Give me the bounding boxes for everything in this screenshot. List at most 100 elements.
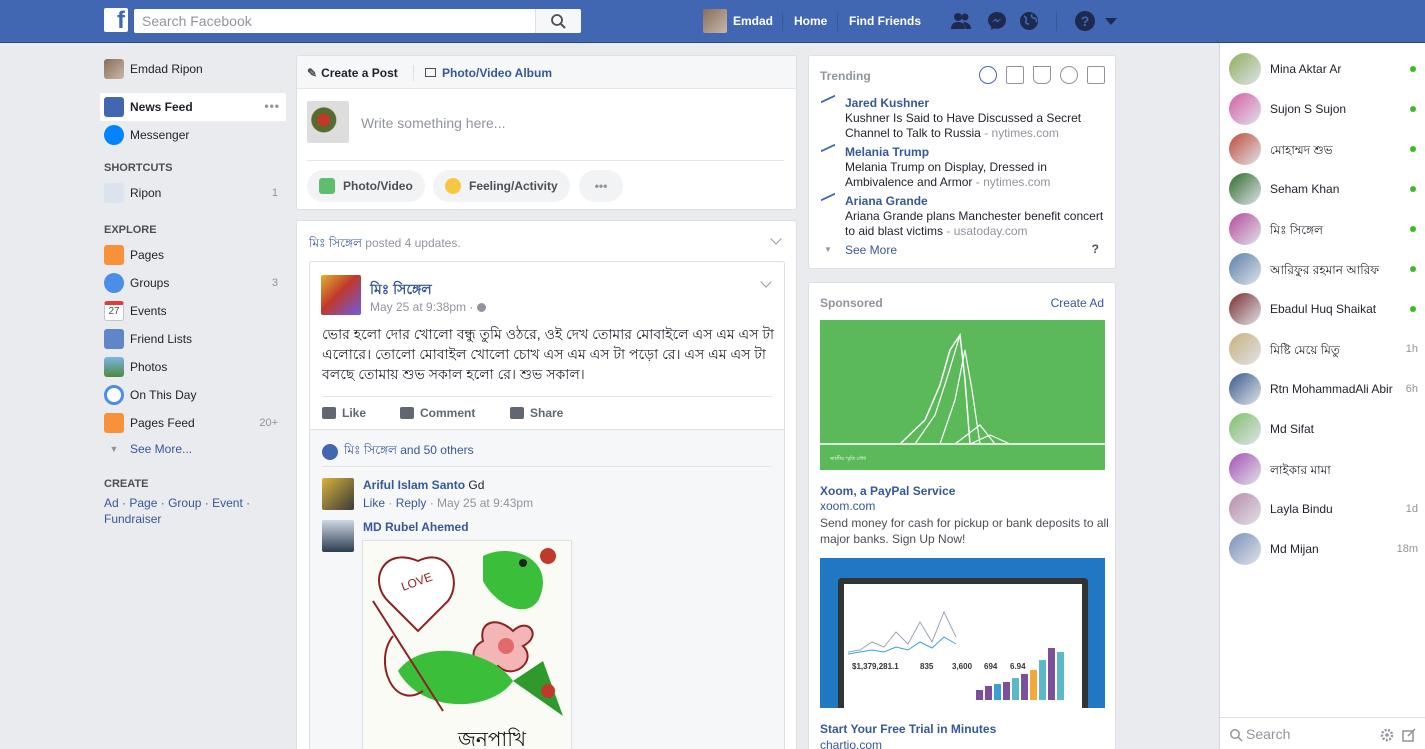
like-reaction-icon: [322, 444, 338, 460]
dashboard-stat: 6.94: [1010, 662, 1026, 671]
trending-item[interactable]: Ariana Grande Ariana Grande plans Manche…: [821, 192, 1106, 240]
comment-like-link[interactable]: Like: [363, 496, 385, 510]
chevron-down-icon: ▼: [824, 245, 832, 254]
trending-item[interactable]: Jared Kushner Kushner Is Said to Have Di…: [821, 94, 1106, 142]
post-timestamp[interactable]: May 25 at 9:38pm ·: [370, 300, 486, 314]
comment-button[interactable]: Comment: [400, 406, 475, 420]
new-message-icon[interactable]: [1402, 728, 1416, 742]
sidebar-item-events[interactable]: 27 Events: [100, 297, 286, 325]
sidebar-item-photos[interactable]: Photos: [100, 353, 286, 381]
count-badge: 1: [271, 187, 278, 199]
search-input[interactable]: [134, 9, 534, 33]
friend-requests-icon[interactable]: [950, 10, 972, 32]
entertainment-icon[interactable]: [1087, 66, 1105, 84]
tab-create-post[interactable]: ✎ Create a Post: [307, 66, 398, 80]
story-actor-link[interactable]: মিঃ সিঙ্গেল: [309, 236, 362, 250]
ad-url[interactable]: chartio.com: [820, 738, 882, 749]
help-icon[interactable]: ?: [1074, 10, 1096, 32]
chat-contact-name: Sujon S Sujon: [1270, 102, 1347, 116]
sidebar-item-label: On This Day: [130, 388, 197, 402]
see-more-trending-link[interactable]: See More: [845, 243, 897, 257]
politics-icon[interactable]: [1006, 66, 1024, 84]
comment-author[interactable]: Ariful Islam Santo: [363, 478, 465, 492]
messenger-icon[interactable]: [986, 10, 1008, 32]
top-trends-icon[interactable]: [979, 66, 997, 84]
sidebar-item-friend-lists[interactable]: Friend Lists: [100, 325, 286, 353]
search-button[interactable]: [535, 9, 581, 33]
notifications-globe-icon[interactable]: [1018, 10, 1040, 32]
see-more-link[interactable]: ▼ See More...: [100, 437, 286, 461]
gear-icon[interactable]: [1380, 728, 1394, 742]
chat-contact[interactable]: Md Mijan 18m: [1220, 529, 1425, 569]
chat-contact[interactable]: Mina Aktar Ar: [1220, 49, 1425, 89]
divider: [322, 466, 772, 467]
create-ad-link[interactable]: Ad: [104, 496, 119, 510]
nav-home-link[interactable]: Home: [794, 14, 827, 28]
profile-link[interactable]: Emdad Ripon: [100, 55, 286, 83]
create-event-link[interactable]: Event: [212, 496, 243, 510]
sidebar-item-news-feed[interactable]: News Feed •••: [100, 93, 286, 121]
avatar[interactable]: [321, 275, 361, 315]
feeling-activity-button[interactable]: Feeling/Activity: [433, 170, 570, 202]
help-icon[interactable]: ?: [1092, 242, 1099, 256]
likes-summary[interactable]: মিঃ সিঙ্গেল and 50 others: [322, 442, 474, 462]
science-icon[interactable]: [1033, 66, 1051, 84]
chat-contact[interactable]: Sujon S Sujon: [1220, 89, 1425, 129]
like-button[interactable]: Like: [322, 406, 366, 420]
ad-url[interactable]: xoom.com: [820, 499, 875, 513]
chat-contact[interactable]: মিঃ সিঙ্গেল: [1220, 209, 1425, 249]
composer-input[interactable]: Write something here...: [361, 115, 505, 131]
chevron-down-icon[interactable]: [770, 233, 782, 245]
create-fundraiser-link[interactable]: Fundraiser: [104, 512, 161, 526]
comment-reply-link[interactable]: Reply: [396, 496, 427, 510]
chat-contact[interactable]: আরিফুর রহমান আরিফ: [1220, 249, 1425, 289]
ad-image-memorial[interactable]: জাতীয় স্মৃতি সৌধ: [820, 320, 1105, 470]
more-options-button[interactable]: •••: [579, 170, 623, 202]
comment-photo[interactable]: LOVE জনপাখি: [362, 540, 572, 749]
count-badge: 20+: [259, 417, 278, 429]
sidebar-item-on-this-day[interactable]: On This Day: [100, 381, 286, 409]
chat-search-input[interactable]: [1246, 726, 1366, 742]
sidebar-item-ripon[interactable]: Ripon 1: [100, 179, 286, 207]
more-options-icon[interactable]: •••: [264, 99, 280, 113]
comment: Ariful Islam Santo Gd: [363, 478, 484, 492]
chevron-down-icon[interactable]: [760, 276, 772, 288]
chat-contact[interactable]: Layla Bindu 1d: [1220, 489, 1425, 529]
sidebar-item-messenger[interactable]: Messenger: [100, 121, 286, 149]
avatar[interactable]: [322, 478, 354, 510]
trending-item[interactable]: Melania Trump Melania Trump on Display, …: [821, 143, 1106, 191]
comment-author[interactable]: MD Rubel Ahemed: [363, 520, 469, 534]
account-menu-chevron-icon[interactable]: [1101, 10, 1123, 32]
ad-image-dashboard[interactable]: $1,379,281.1 835 3,600 694 6.94: [820, 558, 1105, 708]
chat-contact[interactable]: মোহাম্মদ শুভ: [1220, 129, 1425, 169]
comment-timestamp[interactable]: May 25 at 9:43pm: [437, 496, 533, 510]
avatar[interactable]: [322, 520, 354, 552]
sidebar-item-pages-feed[interactable]: Pages Feed 20+: [100, 409, 286, 437]
avatar: [1229, 133, 1261, 165]
facebook-logo[interactable]: f: [104, 7, 128, 34]
chat-contact[interactable]: মিষ্টি মেয়ে মিতু 1h: [1220, 329, 1425, 369]
chat-contact[interactable]: Ebadul Huq Shaikat: [1220, 289, 1425, 329]
create-group-link[interactable]: Group: [168, 496, 201, 510]
ad-title[interactable]: Xoom, a PayPal Service: [820, 484, 955, 498]
ad-title[interactable]: Start Your Free Trial in Minutes: [820, 722, 996, 736]
chat-contact[interactable]: Md Sifat: [1220, 409, 1425, 449]
create-page-link[interactable]: Page: [129, 496, 157, 510]
sidebar-item-groups[interactable]: Groups 3: [100, 269, 286, 297]
tab-photo-video-album[interactable]: Photo/Video Album: [425, 66, 552, 80]
nav-profile-link[interactable]: Emdad: [733, 14, 773, 28]
chat-contact[interactable]: লাইকার মামা: [1220, 449, 1425, 489]
nav-divider: [782, 12, 783, 31]
nav-profile-avatar[interactable]: [703, 9, 727, 33]
sidebar-item-pages[interactable]: Pages: [100, 241, 286, 269]
online-status-dot: [1410, 266, 1416, 272]
sports-icon[interactable]: [1060, 66, 1078, 84]
share-button[interactable]: Share: [510, 406, 563, 420]
photo-video-button[interactable]: Photo/Video: [307, 170, 425, 202]
post-author[interactable]: মিঃ সিঙ্গেল: [370, 278, 432, 302]
avatar: [104, 59, 124, 79]
chat-contact[interactable]: Seham Khan: [1220, 169, 1425, 209]
chat-contact[interactable]: Rtn MohammadAli Abir 6h: [1220, 369, 1425, 409]
nav-find-friends-link[interactable]: Find Friends: [849, 14, 921, 28]
create-ad-link[interactable]: Create Ad: [1051, 296, 1104, 310]
